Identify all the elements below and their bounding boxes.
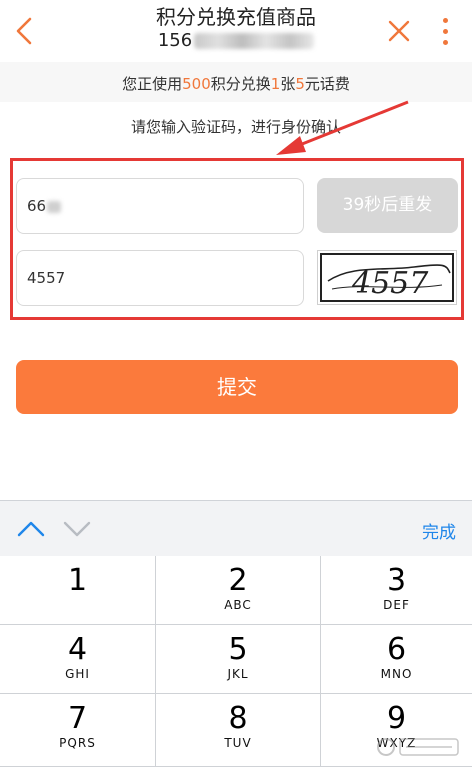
top-nav-bar: 积分兑换充值商品 156	[0, 0, 472, 63]
key-7[interactable]: 7 PQRS	[0, 694, 156, 767]
watermark-logo-icon	[377, 738, 459, 756]
key-8[interactable]: 8 TUV	[156, 694, 321, 767]
sms-code-input[interactable]: 66	[16, 178, 304, 234]
key-4[interactable]: 4 GHI	[0, 625, 156, 694]
phone-number-blurred	[194, 33, 315, 49]
exchange-info: 您正使用500积分兑换1张5元话费	[0, 62, 472, 102]
key-6[interactable]: 6 MNO	[321, 625, 472, 694]
key-3[interactable]: 3 DEF	[321, 556, 472, 625]
chevron-down-icon[interactable]	[62, 517, 92, 539]
keyboard-toolbar: 完成	[0, 500, 472, 557]
key-1[interactable]: 1	[0, 556, 156, 625]
more-menu-icon[interactable]	[438, 16, 452, 46]
recharge-amount: 5	[295, 75, 305, 93]
verify-prompt: 请您输入验证码，进行身份确认	[130, 118, 341, 136]
sms-code-blurred	[47, 200, 62, 213]
done-button[interactable]: 完成	[422, 518, 456, 543]
phone-number-prefix: 156	[157, 30, 193, 51]
points-value: 500	[182, 75, 211, 93]
captcha-input[interactable]: 4557	[16, 250, 304, 306]
numeric-keypad: 1 2 ABC 3 DEF 4 GHI 5 JKL 6 MNO 7 PQRS 8 TUV 9W…	[0, 556, 472, 767]
close-icon[interactable]	[386, 18, 412, 44]
card-count: 1	[270, 75, 281, 93]
captcha-image[interactable]: 4557	[317, 250, 457, 305]
submit-button[interactable]: 提交	[16, 360, 458, 414]
key-5[interactable]: 5 JKL	[156, 625, 321, 694]
captcha-image-graphic: 4557	[327, 264, 451, 301]
captcha-text: 4557	[351, 266, 429, 301]
resend-button: 39秒后重发	[317, 178, 458, 233]
key-2[interactable]: 2 ABC	[156, 556, 321, 625]
chevron-up-icon[interactable]	[16, 517, 46, 539]
